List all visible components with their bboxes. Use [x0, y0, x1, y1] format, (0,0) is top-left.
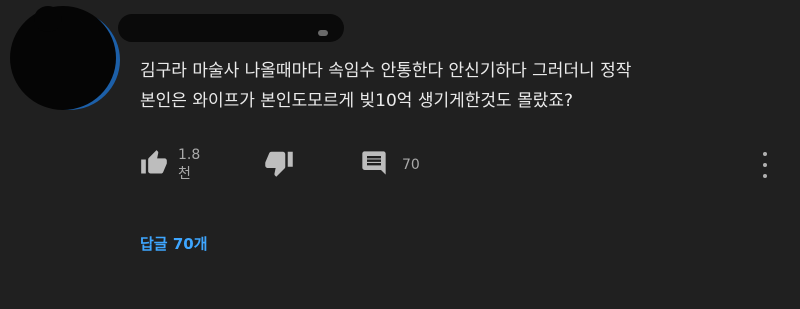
comment-line-1: 김구라 마술사 나올때마다 속임수 안통한다 안신기하다 그러더니 정작 — [140, 61, 632, 81]
comment-icon[interactable] — [360, 149, 388, 181]
reply-count: 70 — [402, 157, 420, 173]
comment-text: 김구라 마술사 나올때마다 속임수 안통한다 안신기하다 그러더니 정작 본인은… — [140, 56, 780, 116]
view-replies-link[interactable]: 답글 70개 — [140, 233, 208, 254]
dislike-button[interactable] — [264, 150, 294, 180]
like-button[interactable]: 1.8천 — [140, 147, 201, 182]
thumbs-down-icon[interactable] — [264, 148, 294, 182]
redacted-timestamp — [318, 30, 328, 36]
like-count: 1.8천 — [178, 147, 201, 182]
reply-button[interactable]: 70 — [360, 150, 420, 180]
redacted-username — [118, 14, 344, 42]
more-vert-icon[interactable] — [758, 152, 772, 178]
comment-line-2: 본인은 와이프가 본인도모르게 빚10억 생기게한것도 몰랐죠? — [140, 91, 574, 111]
avatar[interactable] — [10, 6, 116, 110]
thumbs-up-icon[interactable] — [140, 149, 168, 181]
avatar-redaction — [34, 6, 62, 32]
